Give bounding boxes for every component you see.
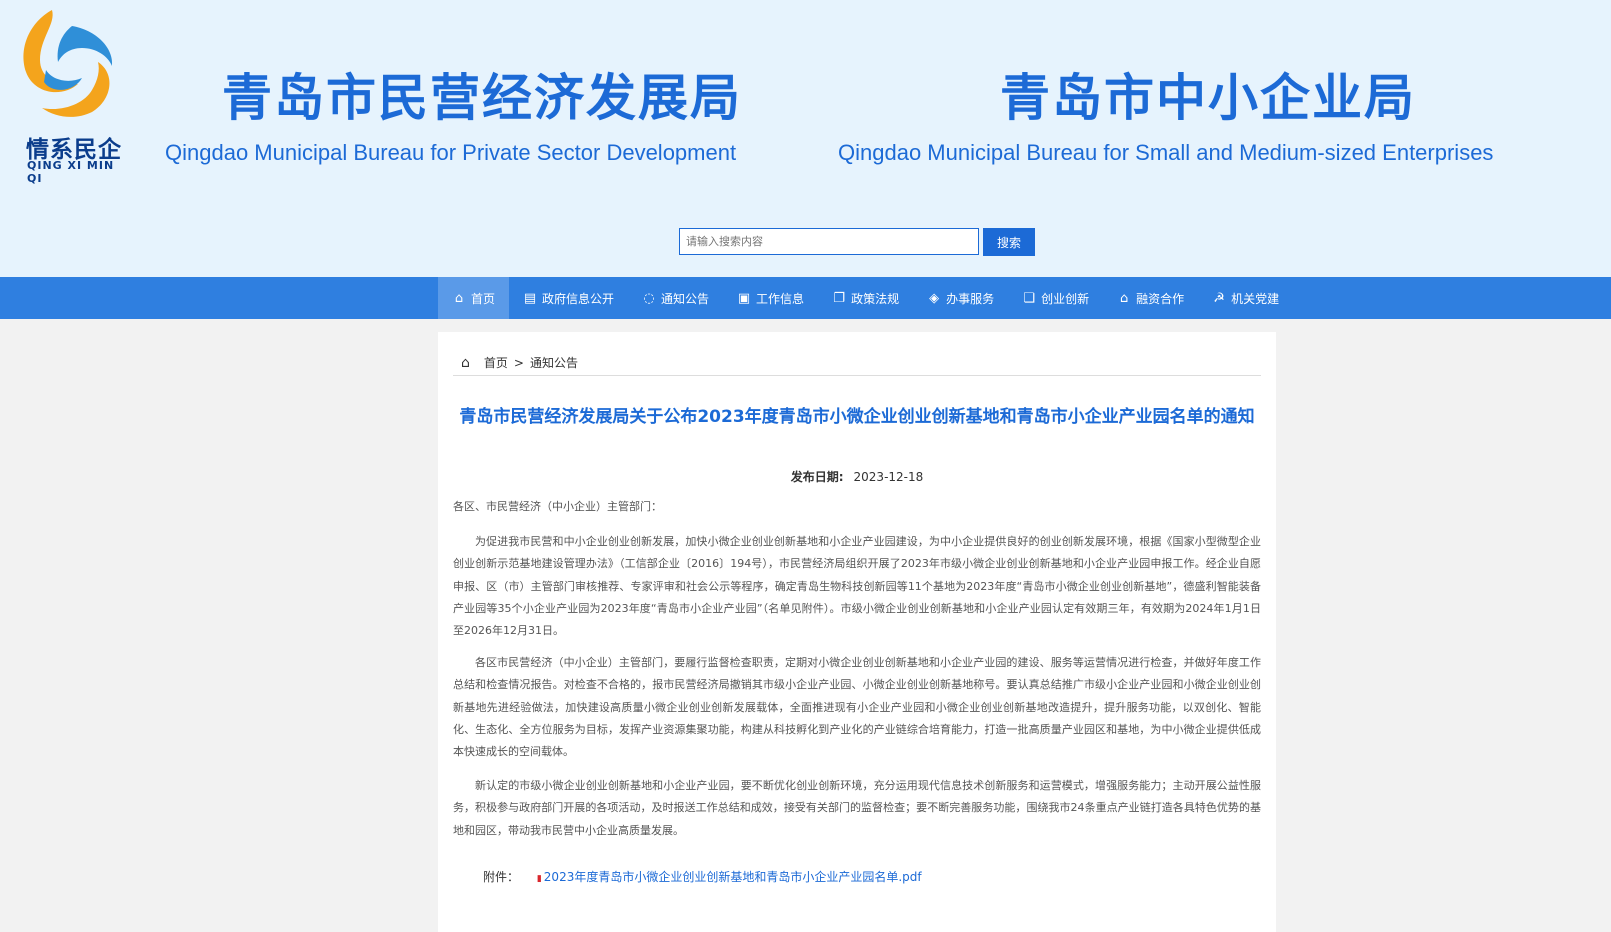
attachment-row: 附件： ▮ 2023年度青岛市小微企业创业创新基地和青岛市小企业产业园名单.pdf [483,868,922,885]
date-label: 发布日期: [790,470,844,484]
main-nav: ⌂ 首页 ▤ 政府信息公开 ◌ 通知公告 ▣ 工作信息 ❐ 政策法规 ◈ 办事服… [0,277,1611,319]
article-paragraph: 新认定的市级小微企业创业创新基地和小企业产业园，要不断优化创业创新环境，充分运用… [453,779,1261,837]
publish-date: 发布日期: 2023-12-18 [438,468,1276,485]
breadcrumb-separator: > [513,355,524,370]
party-icon: ☭ [1213,290,1225,306]
site-logo[interactable]: 情系民企 QING XI MIN QI [12,8,122,185]
nav-label: 工作信息 [756,291,805,306]
nav-label: 政策法规 [851,291,900,306]
article-paragraph: 为促进我市民营和中小企业创业创新发展，加快小微企业创业创新基地和小企业产业园建设… [453,535,1261,638]
nav-label: 首页 [471,291,496,306]
article-paragraph: 各区市民营经济（中小企业）主管部门，要履行监督检查职责，定期对小微企业创业创新基… [453,656,1261,759]
layers-icon: ◈ [929,290,940,306]
nav-item-home[interactable]: ⌂ 首页 [438,277,510,319]
nav-item-policy[interactable]: ❐ 政策法规 [818,277,913,319]
site-header: 情系民企 QING XI MIN QI 青岛市民营经济发展局 Qingdao M… [0,0,1611,277]
nav-item-financing[interactable]: ⌂ 融资合作 [1103,277,1198,319]
nav-item-party[interactable]: ☭ 机关党建 [1198,277,1293,319]
attachment-label: 附件： [483,870,520,884]
nav-label: 通知公告 [661,291,710,306]
file-icon: ❐ [833,290,845,306]
nav-item-innovation[interactable]: ❏ 创业创新 [1008,277,1103,319]
nav-label: 办事服务 [946,291,995,306]
search-button[interactable]: 搜索 [983,228,1035,256]
bureau-title-sme-en: Qingdao Municipal Bureau for Small and M… [838,140,1494,165]
date-value: 2023-12-18 [853,470,924,484]
attachment-name: 2023年度青岛市小微企业创业创新基地和青岛市小企业产业园名单.pdf [543,870,922,884]
logo-emblem-icon [23,10,113,117]
article-container: ⌂ 首页 > 通知公告 青岛市民营经济发展局关于公布2023年度青岛市小微企业创… [438,332,1276,932]
card-icon: ▣ [737,290,751,306]
breadcrumb-current-link[interactable]: 通知公告 [530,354,578,371]
nav-item-gov-info[interactable]: ▤ 政府信息公开 [509,277,628,319]
logo-text-en: QING XI MIN QI [27,159,115,185]
nav-item-work-info[interactable]: ▣ 工作信息 [723,277,818,319]
building-icon: ⌂ [1119,290,1129,306]
document-icon: ▤ [523,290,537,306]
bureau-title-private-cn: 青岛市民营经济发展局 [222,69,742,127]
article-salutation: 各区、市民营经济（中小企业）主管部门： [453,500,662,513]
breadcrumb: ⌂ 首页 > 通知公告 [453,350,1261,376]
search-input[interactable] [679,228,979,255]
bureau-title-private-en: Qingdao Municipal Bureau for Private Sec… [165,140,737,165]
pdf-icon: ▮ [536,874,542,884]
home-icon: ⌂ [454,290,464,306]
nav-item-services[interactable]: ◈ 办事服务 [913,277,1008,319]
chat-icon: ◌ [643,290,655,306]
breadcrumb-home-link[interactable]: 首页 [484,354,508,371]
nav-item-notices[interactable]: ◌ 通知公告 [628,277,723,319]
nav-label: 创业创新 [1041,291,1090,306]
bureau-title-sme-cn: 青岛市中小企业局 [1000,69,1416,127]
home-icon[interactable]: ⌂ [461,355,470,371]
copy-icon: ❏ [1023,290,1035,306]
nav-label: 政府信息公开 [542,291,615,306]
attachment-link[interactable]: ▮ 2023年度青岛市小微企业创业创新基地和青岛市小企业产业园名单.pdf [537,870,922,884]
nav-label: 机关党建 [1231,291,1280,306]
article-title: 青岛市民营经济发展局关于公布2023年度青岛市小微企业创业创新基地和青岛市小企业… [459,407,1255,427]
nav-label: 融资合作 [1136,291,1185,306]
